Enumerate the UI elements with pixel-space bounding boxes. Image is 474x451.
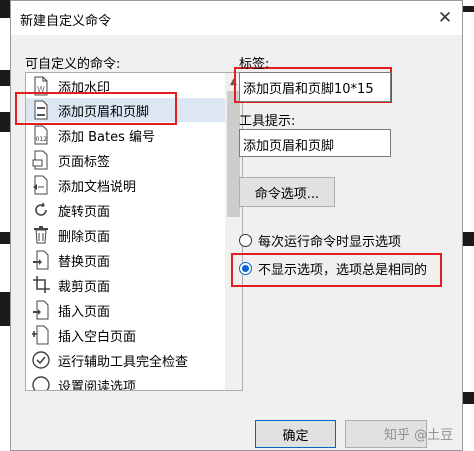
list-item-crop-pages[interactable]: 裁剪页面	[26, 273, 226, 297]
new-custom-command-dialog: 新建自定义命令 ✕ 可自定义的命令: W 添加水印 添加页眉和页脚 012 添加…	[10, 0, 463, 451]
radio-checked-icon[interactable]	[239, 261, 252, 275]
rotate-page-icon	[30, 199, 52, 221]
list-item-document-description[interactable]: 添加文档说明	[26, 173, 226, 197]
background-stroke	[0, 70, 10, 86]
list-item-label: 旋转页面	[58, 204, 111, 220]
list-item-label: 设置阅读选项	[58, 379, 137, 391]
bates-numbering-icon: 012	[30, 124, 52, 146]
label-field-caption: 标签:	[239, 57, 270, 72]
list-item-label: 添加 Bates 编号	[58, 129, 156, 145]
list-item-label: 添加文档说明	[58, 179, 137, 195]
background-stroke	[0, 0, 10, 18]
background-stroke	[463, 232, 474, 246]
list-item-page-labels[interactable]: 页面标签	[26, 148, 226, 172]
list-item-replace-pages[interactable]: 替换页面	[26, 248, 226, 272]
tooltip-field-caption: 工具提示:	[239, 114, 296, 129]
radio-unchecked-icon[interactable]	[239, 233, 252, 247]
reading-options-icon	[30, 374, 52, 390]
crop-icon	[30, 274, 52, 296]
list-item-reading-options[interactable]: 设置阅读选项	[26, 373, 226, 391]
command-options-button[interactable]: 命令选项...	[239, 177, 335, 207]
insert-page-icon	[30, 299, 52, 321]
radio-label: 每次运行命令时显示选项	[258, 234, 402, 250]
background-stroke	[463, 6, 474, 12]
list-item-insert-blank-page[interactable]: 插入空白页面	[26, 323, 226, 347]
list-item-delete-pages[interactable]: 删除页面	[26, 223, 226, 247]
watermark-text: 知乎 @土豆	[384, 428, 454, 443]
highlight-selected-command	[15, 92, 177, 125]
background-stroke	[463, 392, 474, 404]
close-icon[interactable]: ✕	[432, 5, 458, 31]
background-stroke	[0, 292, 10, 326]
commands-list-label: 可自定义的命令:	[25, 57, 121, 72]
title-bar: 新建自定义命令 ✕	[11, 1, 462, 35]
document-description-icon	[30, 174, 52, 196]
replace-page-icon	[30, 249, 52, 271]
label-input[interactable]: 添加页眉和页脚10*15	[239, 72, 391, 102]
page-label-icon	[30, 149, 52, 171]
svg-text:012: 012	[36, 136, 48, 143]
list-item-label: 裁剪页面	[58, 279, 111, 295]
list-item-label: 插入页面	[58, 304, 111, 320]
background-stroke	[0, 232, 10, 244]
list-item-insert-pages[interactable]: 插入页面	[26, 298, 226, 322]
list-item-label: 插入空白页面	[58, 329, 137, 345]
radio-do-not-show[interactable]: 不显示选项，选项总是相同的	[239, 258, 427, 278]
dialog-title: 新建自定义命令	[20, 14, 112, 29]
tooltip-input[interactable]: 添加页眉和页脚	[239, 129, 391, 157]
accessibility-check-icon	[30, 349, 52, 371]
list-item-label: 页面标签	[58, 154, 111, 170]
radio-show-each-run[interactable]: 每次运行命令时显示选项	[239, 230, 401, 250]
insert-blank-page-icon	[30, 324, 52, 346]
list-item-label: 运行辅助工具完全检查	[58, 354, 189, 370]
ok-button[interactable]: 确定	[255, 420, 336, 448]
list-item-label: 删除页面	[58, 229, 111, 245]
background-stroke	[0, 112, 10, 132]
trash-icon	[30, 224, 52, 246]
radio-label: 不显示选项，选项总是相同的	[258, 262, 428, 278]
list-item-label: 替换页面	[58, 254, 111, 270]
list-item-bates-numbering[interactable]: 012 添加 Bates 编号	[26, 123, 226, 147]
list-item-rotate-pages[interactable]: 旋转页面	[26, 198, 226, 222]
list-item-accessibility-full-check[interactable]: 运行辅助工具完全检查	[26, 348, 226, 372]
